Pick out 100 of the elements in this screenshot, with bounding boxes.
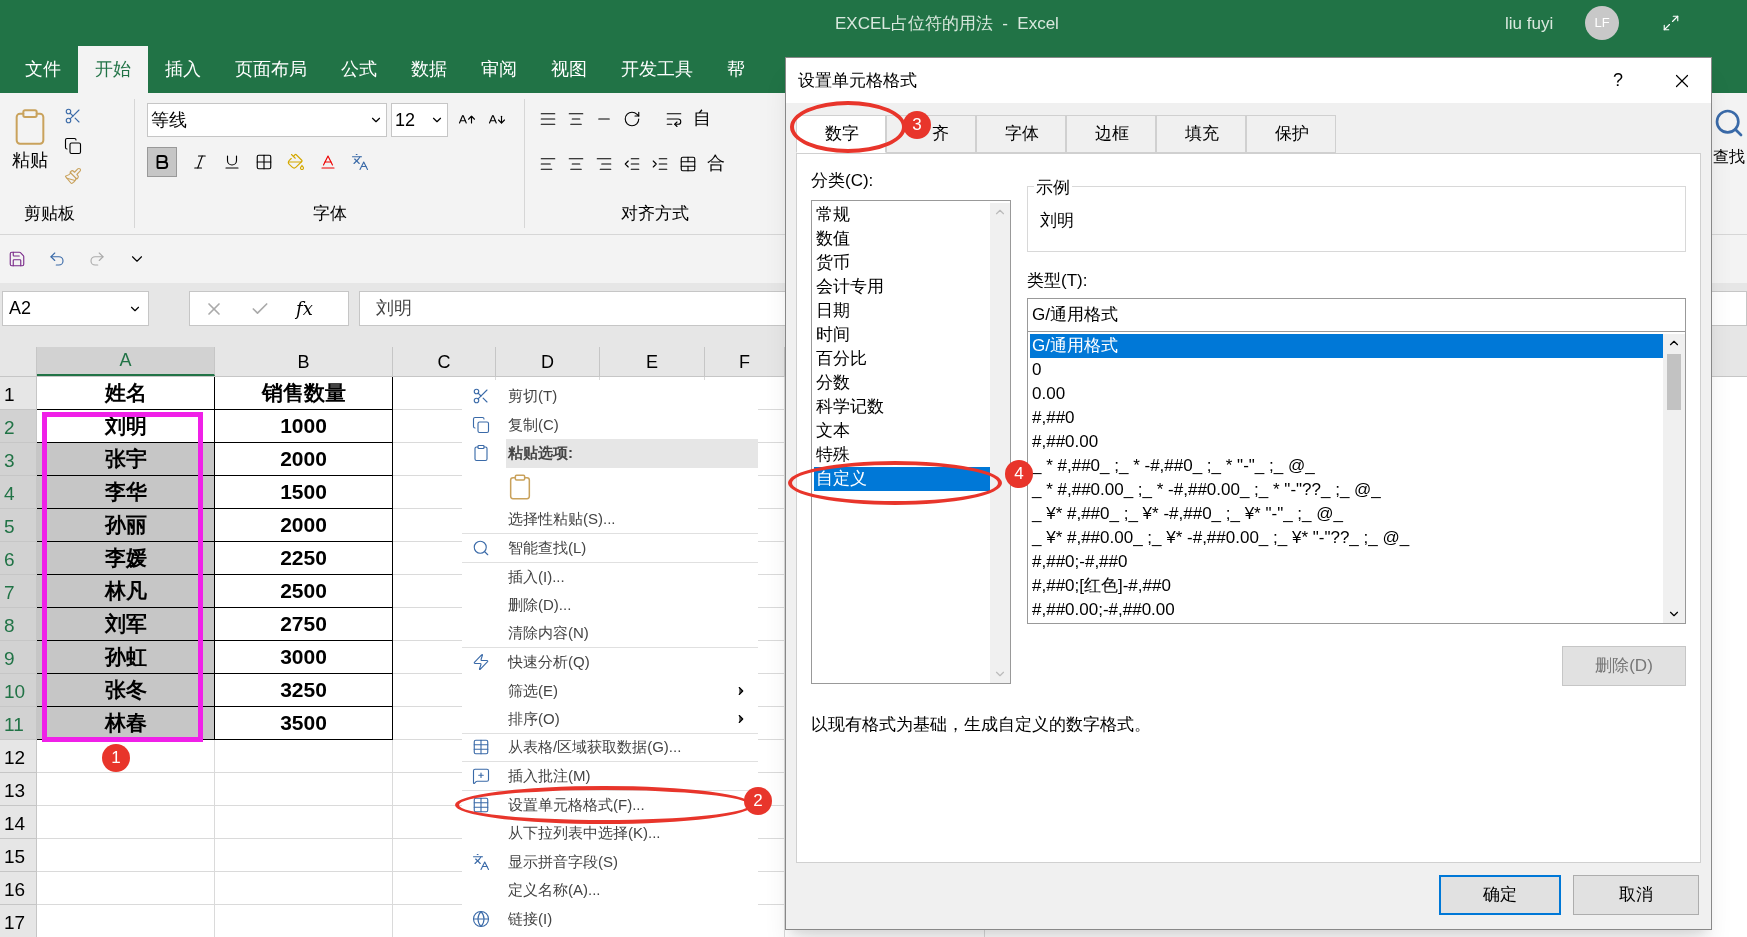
menu-item[interactable]: 设置单元格格式(F)... xyxy=(508,795,645,814)
menu-item[interactable]: 选择性粘贴(S)... xyxy=(508,510,616,529)
type-field[interactable]: G/通用格式 xyxy=(1027,297,1686,332)
format-item[interactable]: _ ¥* #,##0_ ;_ ¥* -#,##0_ ;_ ¥* "-"_ ;_ @_ xyxy=(1030,501,1663,526)
row-header[interactable]: 7 xyxy=(0,575,37,608)
menu-item[interactable]: 插入(I)... xyxy=(508,567,565,586)
cut-icon[interactable] xyxy=(64,107,82,125)
row-header[interactable]: 8 xyxy=(0,608,37,641)
menu-item[interactable]: 从下拉列表中选择(K)... xyxy=(508,824,661,843)
ribbon-tab[interactable]: 公式 xyxy=(324,46,394,93)
save-icon[interactable] xyxy=(8,250,26,268)
ribbon-tab[interactable]: 开发工具 xyxy=(604,46,710,93)
menu-item[interactable]: 插入批注(M) xyxy=(508,766,591,785)
menu-item[interactable]: 显示拼音字段(S) xyxy=(508,852,618,871)
ribbon-tab[interactable]: 数据 xyxy=(394,46,464,93)
row-header[interactable]: 14 xyxy=(0,806,37,839)
restore-icon[interactable] xyxy=(1662,14,1680,32)
ribbon-tab[interactable]: 页面布局 xyxy=(218,46,324,93)
row-header[interactable]: 11 xyxy=(0,707,37,740)
merge-icon[interactable] xyxy=(679,154,697,173)
format-item[interactable]: #,##0 xyxy=(1030,405,1663,430)
format-item[interactable]: _ * #,##0.00_ ;_ * -#,##0.00_ ;_ * "-"??_ ;_ @_ xyxy=(1030,477,1663,502)
category-item[interactable]: 自定义 xyxy=(814,466,990,491)
row-header[interactable]: 15 xyxy=(0,839,37,872)
search-icon[interactable] xyxy=(1713,107,1745,139)
menu-item[interactable]: 剪切(T) xyxy=(508,387,558,406)
category-item[interactable]: 科学记数 xyxy=(814,394,990,419)
fill-color-icon[interactable] xyxy=(287,153,305,171)
ribbon-tab[interactable]: 插入 xyxy=(148,46,218,93)
category-item[interactable]: 常规 xyxy=(814,202,990,227)
menu-item[interactable]: 删除(D)... xyxy=(508,596,572,615)
bold-button[interactable] xyxy=(147,147,177,177)
dialog-tab[interactable]: 边框 xyxy=(1066,115,1156,153)
row-header[interactable]: 16 xyxy=(0,872,37,905)
row-header[interactable]: 9 xyxy=(0,641,37,674)
row-header[interactable]: 10 xyxy=(0,674,37,707)
format-item[interactable]: #,##0.00;-#,##0.00 xyxy=(1030,597,1663,622)
column-header[interactable]: C xyxy=(393,347,496,376)
underline-icon[interactable] xyxy=(223,153,241,171)
font-name-field[interactable]: 等线 xyxy=(147,103,387,137)
dialog-tab[interactable]: 保护 xyxy=(1246,115,1336,153)
ribbon-tab[interactable]: 文件 xyxy=(8,46,78,93)
menu-item[interactable]: 排序(O) xyxy=(508,709,560,728)
ribbon-tab[interactable]: 审阅 xyxy=(464,46,534,93)
row-header[interactable]: 12 xyxy=(0,740,37,773)
format-item[interactable]: _ ¥* #,##0.00_ ;_ ¥* -#,##0.00_ ;_ ¥* "-"??_ ;_ @_ xyxy=(1030,525,1663,550)
dialog-tab[interactable]: 填充 xyxy=(1156,115,1246,153)
row-header[interactable]: 4 xyxy=(0,476,37,509)
column-header[interactable]: D xyxy=(496,347,600,376)
orientation-icon[interactable] xyxy=(623,109,641,128)
menu-item[interactable]: 筛选(E) xyxy=(508,681,558,700)
font-size-field[interactable]: 12 xyxy=(391,103,448,137)
copy-icon[interactable] xyxy=(64,137,82,155)
format-item[interactable]: #,##0;-#,##0 xyxy=(1030,549,1663,574)
pinyin-icon[interactable] xyxy=(351,153,369,171)
insert-function-button[interactable]: fx xyxy=(296,295,313,322)
menu-item[interactable]: 定义名称(A)... xyxy=(508,881,601,900)
menu-item[interactable]: 智能查找(L) xyxy=(508,538,587,557)
ribbon-tab[interactable]: 视图 xyxy=(534,46,604,93)
column-header[interactable]: A xyxy=(37,347,215,376)
scroll-thumb[interactable] xyxy=(1667,353,1681,410)
column-header[interactable]: B xyxy=(215,347,393,376)
menu-item[interactable]: 复制(C) xyxy=(508,415,559,434)
row-header[interactable]: 13 xyxy=(0,773,37,806)
scrollbar[interactable] xyxy=(1663,333,1685,623)
italic-icon[interactable] xyxy=(191,153,209,171)
cancel-button[interactable]: 取消 xyxy=(1573,875,1699,915)
format-item[interactable]: #,##0.00 xyxy=(1030,429,1663,454)
row-header[interactable]: 2 xyxy=(0,410,37,443)
name-box[interactable]: A2 xyxy=(2,291,149,326)
ribbon-tab[interactable]: 开始 xyxy=(78,46,148,93)
category-item[interactable]: 百分比 xyxy=(814,346,990,371)
category-item[interactable]: 时间 xyxy=(814,322,990,347)
category-item[interactable]: 日期 xyxy=(814,298,990,323)
row-header[interactable]: 17 xyxy=(0,905,37,937)
format-item[interactable]: _ * #,##0_ ;_ * -#,##0_ ;_ * "-"_ ;_ @_ xyxy=(1030,453,1663,478)
font-color-icon[interactable] xyxy=(319,153,337,171)
paste-button[interactable]: 粘贴 xyxy=(12,147,48,174)
borders-icon[interactable] xyxy=(255,153,273,171)
merge-button[interactable]: 合 xyxy=(707,150,725,177)
undo-icon[interactable] xyxy=(48,250,66,268)
category-item[interactable]: 会计专用 xyxy=(814,274,990,299)
menu-item[interactable]: 清除内容(N) xyxy=(508,624,589,643)
dialog-tab[interactable]: 字体 xyxy=(976,115,1066,153)
row-header[interactable]: 6 xyxy=(0,542,37,575)
menu-item[interactable]: 链接(I) xyxy=(508,909,553,928)
menu-item[interactable]: 快速分析(Q) xyxy=(508,653,590,672)
category-item[interactable]: 文本 xyxy=(814,418,990,443)
dialog-tab[interactable]: 数字 xyxy=(796,115,886,153)
row-header[interactable]: 1 xyxy=(0,377,37,410)
category-item[interactable]: 货币 xyxy=(814,250,990,275)
column-header[interactable]: E xyxy=(600,347,705,376)
category-item[interactable]: 数值 xyxy=(814,226,990,251)
row-header[interactable]: 5 xyxy=(0,509,37,542)
help-button[interactable]: ? xyxy=(1613,67,1623,94)
format-item[interactable]: 0 xyxy=(1030,357,1663,382)
format-item[interactable]: #,##0;[红色]-#,##0 xyxy=(1030,573,1663,598)
ok-button[interactable]: 确定 xyxy=(1439,875,1561,915)
category-item[interactable]: 特殊 xyxy=(814,442,990,467)
row-header[interactable]: 3 xyxy=(0,443,37,476)
